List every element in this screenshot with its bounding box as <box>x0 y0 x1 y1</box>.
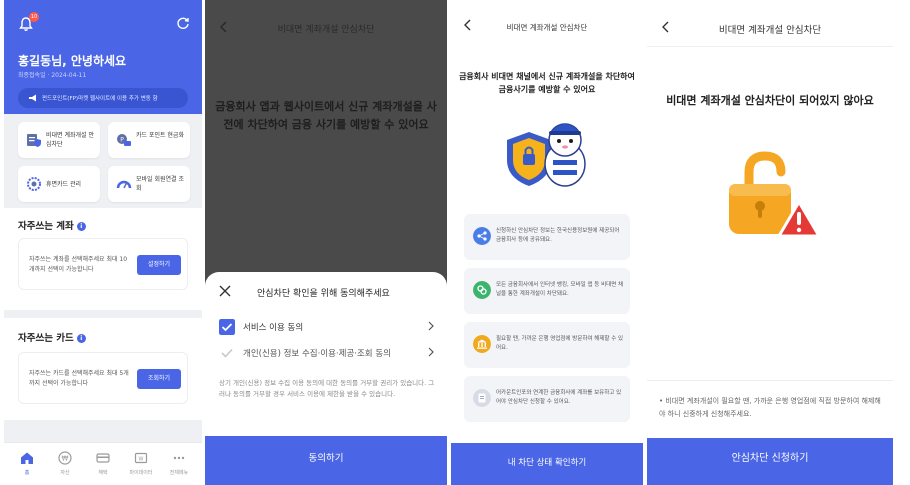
info-card: 필요할 땐, 가까운 은행 영업점에 방문하여 해제할 수 있어요. <box>464 322 630 368</box>
divider <box>647 46 893 47</box>
home-screen: 10 홍길동님, 안녕하세요 최종접속일 · 2024-04-11 펀드포인트(… <box>4 0 202 485</box>
apply-block-button[interactable]: 안심차단 신청하기 <box>647 438 893 485</box>
menu-label: 카드 포인트 현금화 <box>136 132 184 139</box>
svg-text:W: W <box>139 457 144 463</box>
nav-assets[interactable]: ₩ 자산 <box>50 451 80 476</box>
chevron-right-icon[interactable] <box>427 347 435 357</box>
agree-button[interactable]: 동의하기 <box>205 436 447 485</box>
svg-text:P: P <box>120 137 124 144</box>
info-headline: 금융회사 비대면 채널에서 신규 계좌개설을 차단하여 금융사기를 예방할 수 … <box>459 72 635 94</box>
nav-all-menu[interactable]: 전체메뉴 <box>164 451 194 476</box>
notice-text: • 비대면 계좌개설이 필요할 땐, 가까운 은행 영업점에 직접 방문하여 해… <box>659 397 881 418</box>
cards-empty-card: 자주쓰는 카드를 선택해주세요 최대 5개까지 선택이 가능합니다 조회하기 <box>18 352 188 404</box>
consent-label: 서비스 이용 동의 <box>243 323 304 333</box>
nav-label: 혜택 <box>98 470 108 476</box>
gauge-icon <box>116 180 132 189</box>
status-screen: 비대면 계좌개설 안심차단 비대면 계좌개설 안심차단이 되어있지 않아요 • … <box>647 0 893 485</box>
info-card-text: 필요할 땐, 가까운 은행 영업점에 방문하여 해제할 수 있어요. <box>496 336 624 351</box>
doc-icon <box>473 389 491 407</box>
menu-card-point[interactable]: P 카드 포인트 현금화 <box>108 122 190 158</box>
close-icon[interactable] <box>219 285 231 297</box>
nav-home[interactable]: 홈 <box>12 451 42 476</box>
consent-label: 개인(신용) 정보 수집·이용·제공·조회 동의 <box>243 349 391 359</box>
link-icon <box>473 281 491 299</box>
consent-service-row[interactable]: 서비스 이용 동의 <box>219 318 435 336</box>
page-title: 비대면 계좌개설 안심차단 <box>718 25 822 36</box>
nav-benefits[interactable]: 혜택 <box>88 451 118 476</box>
info-icon[interactable]: i <box>76 334 86 343</box>
accounts-setup-button[interactable]: 설정하기 <box>137 255 181 275</box>
home-header: 10 홍길동님, 안녕하세요 최종접속일 · 2024-04-11 펀드포인트(… <box>4 0 202 114</box>
card-icon <box>96 453 110 463</box>
accounts-empty-card: 자주쓰는 계좌를 선택해주세요 최대 10개까지 선택이 가능합니다 설정하기 <box>18 238 188 290</box>
info-screen: 비대면 계좌개설 안심차단 금융회사 비대면 채널에서 신규 계좌개설을 차단하… <box>451 0 643 485</box>
info-card: 어카운트인포와 연계한 금융회사에 계좌를 보유하고 있어야 안심차단 신청할 … <box>464 376 630 422</box>
accounts-section: 자주쓰는 계좌 i 자주쓰는 계좌를 선택해주세요 최대 10개까지 선택이 가능… <box>4 208 202 310</box>
notice-box: • 비대면 계좌개설이 필요할 땐, 가까운 은행 영업점에 직접 방문하여 해… <box>647 380 893 438</box>
consent-personal-info-row[interactable]: 개인(신용) 정보 수집·이용·제공·조회 동의 <box>219 344 435 362</box>
megaphone-icon <box>29 94 36 102</box>
wallet-icon: W <box>134 452 148 464</box>
nav-label: 자산 <box>60 470 70 476</box>
check-status-button[interactable]: 내 차단 상태 확인하기 <box>451 443 643 485</box>
info-card-text: 신청하신 안심차단 정보는 한국신용정보원에 제공되어 금융회사 등에 공유돼요… <box>496 228 620 243</box>
home-icon <box>21 452 33 464</box>
bottom-nav: 홈 ₩ 자산 혜택 W 마이데이터 전체메뉴 <box>4 442 202 485</box>
card-gear-icon <box>27 177 41 191</box>
menu-nonface-block[interactable]: 비대면 계좌개설 안심차단 <box>18 122 100 158</box>
refresh-icon[interactable] <box>176 16 190 30</box>
info-card: 신청하신 안심차단 정보는 한국신용정보원에 제공되어 금융회사 등에 공유돼요… <box>464 214 630 260</box>
intro-headline: 금융회사 앱과 웹사이트에서 신규 계좌개설을 사전에 차단하여 금융 사기를 … <box>215 100 437 131</box>
menu-dormant-card[interactable]: 휴면카드 관리 <box>18 166 100 202</box>
menu-label: 비대면 계좌개설 안심차단 <box>46 132 94 148</box>
section-title: 자주쓰는 카드 i <box>18 330 86 344</box>
unlocked-padlock-warning-icon <box>729 151 821 238</box>
notice-banner[interactable]: 펀드포인트(FP)마켓 웹사이트에 이용 추가 변동 함 <box>18 88 188 108</box>
info-card-text: 어카운트인포와 연계한 금융회사에 계좌를 보유하고 있어야 안심차단 신청할 … <box>496 390 622 405</box>
won-icon: ₩ <box>58 451 72 465</box>
checkbox-checked-icon[interactable] <box>219 319 235 335</box>
nav-label: 전체메뉴 <box>169 470 189 476</box>
info-card-text: 모든 금융회사에서 인터넷 뱅킹, 모바일 앱 등 비대면 채널을 통한 계좌개… <box>496 282 624 297</box>
page-title: 비대면 계좌개설 안심차단 <box>506 23 588 32</box>
share-icon <box>473 227 491 245</box>
bank-icon <box>473 335 491 353</box>
section-title: 자주쓰는 계좌 i <box>18 218 86 232</box>
info-icon[interactable]: i <box>76 222 86 231</box>
greeting: 홍길동님, 안녕하세요 <box>18 54 127 68</box>
status-headline: 비대면 계좌개설 안심차단이 되어있지 않아요 <box>666 94 874 107</box>
cards-query-button[interactable]: 조회하기 <box>137 369 181 389</box>
shield-doc-icon <box>27 134 41 147</box>
last-login: 최종접속일 · 2024-04-11 <box>18 72 87 79</box>
app-screens: 10 홍길동님, 안녕하세요 최종접속일 · 2024-04-11 펀드포인트(… <box>0 0 910 485</box>
nav-label: 마이데이터 <box>129 470 153 476</box>
consent-screen: 비대면 계좌개설 안심차단 금융회사 앱과 웹사이트에서 신규 계좌개설을 사전… <box>205 0 447 485</box>
notice-text: 펀드포인트(FP)마켓 웹사이트에 이용 추가 변동 함 <box>42 96 158 102</box>
consent-fine-print: 상기 개인(신용) 정보 수집 이용 동의에 대한 동의를 거부할 권리가 있습… <box>219 379 435 398</box>
coin-card-icon: P <box>117 134 131 146</box>
chevron-right-icon[interactable] <box>427 321 435 331</box>
mascot-shield-icon <box>507 123 586 187</box>
cards-section: 자주쓰는 카드 i 자주쓰는 카드를 선택해주세요 최대 5개까지 선택이 가능합… <box>4 318 202 420</box>
sheet-title: 안심차단 확인을 위해 동의해주세요 <box>257 289 390 299</box>
cards-hint: 자주쓰는 카드를 선택해주세요 최대 5개까지 선택이 가능합니다 <box>29 370 129 387</box>
info-card: 모든 금융회사에서 인터넷 뱅킹, 모바일 앱 등 비대면 채널을 통한 계좌개… <box>464 268 630 314</box>
checkmark-icon[interactable] <box>219 345 235 361</box>
top-bar: 비대면 계좌개설 안심차단 <box>205 0 447 44</box>
menu-label: 모바일 회원연결 조회 <box>136 176 184 192</box>
more-icon <box>173 456 185 460</box>
nav-label: 홈 <box>24 470 30 476</box>
accounts-hint: 자주쓰는 계좌를 선택해주세요 최대 10개까지 선택이 가능합니다 <box>29 256 128 273</box>
page-title: 비대면 계좌개설 안심차단 <box>277 25 375 35</box>
menu-label: 휴면카드 관리 <box>46 181 82 188</box>
svg-text:₩: ₩ <box>62 455 69 463</box>
nav-mydata[interactable]: W 마이데이터 <box>126 451 156 476</box>
notification-badge: 10 <box>29 12 39 22</box>
menu-mobile-member[interactable]: 모바일 회원연결 조회 <box>108 166 190 202</box>
